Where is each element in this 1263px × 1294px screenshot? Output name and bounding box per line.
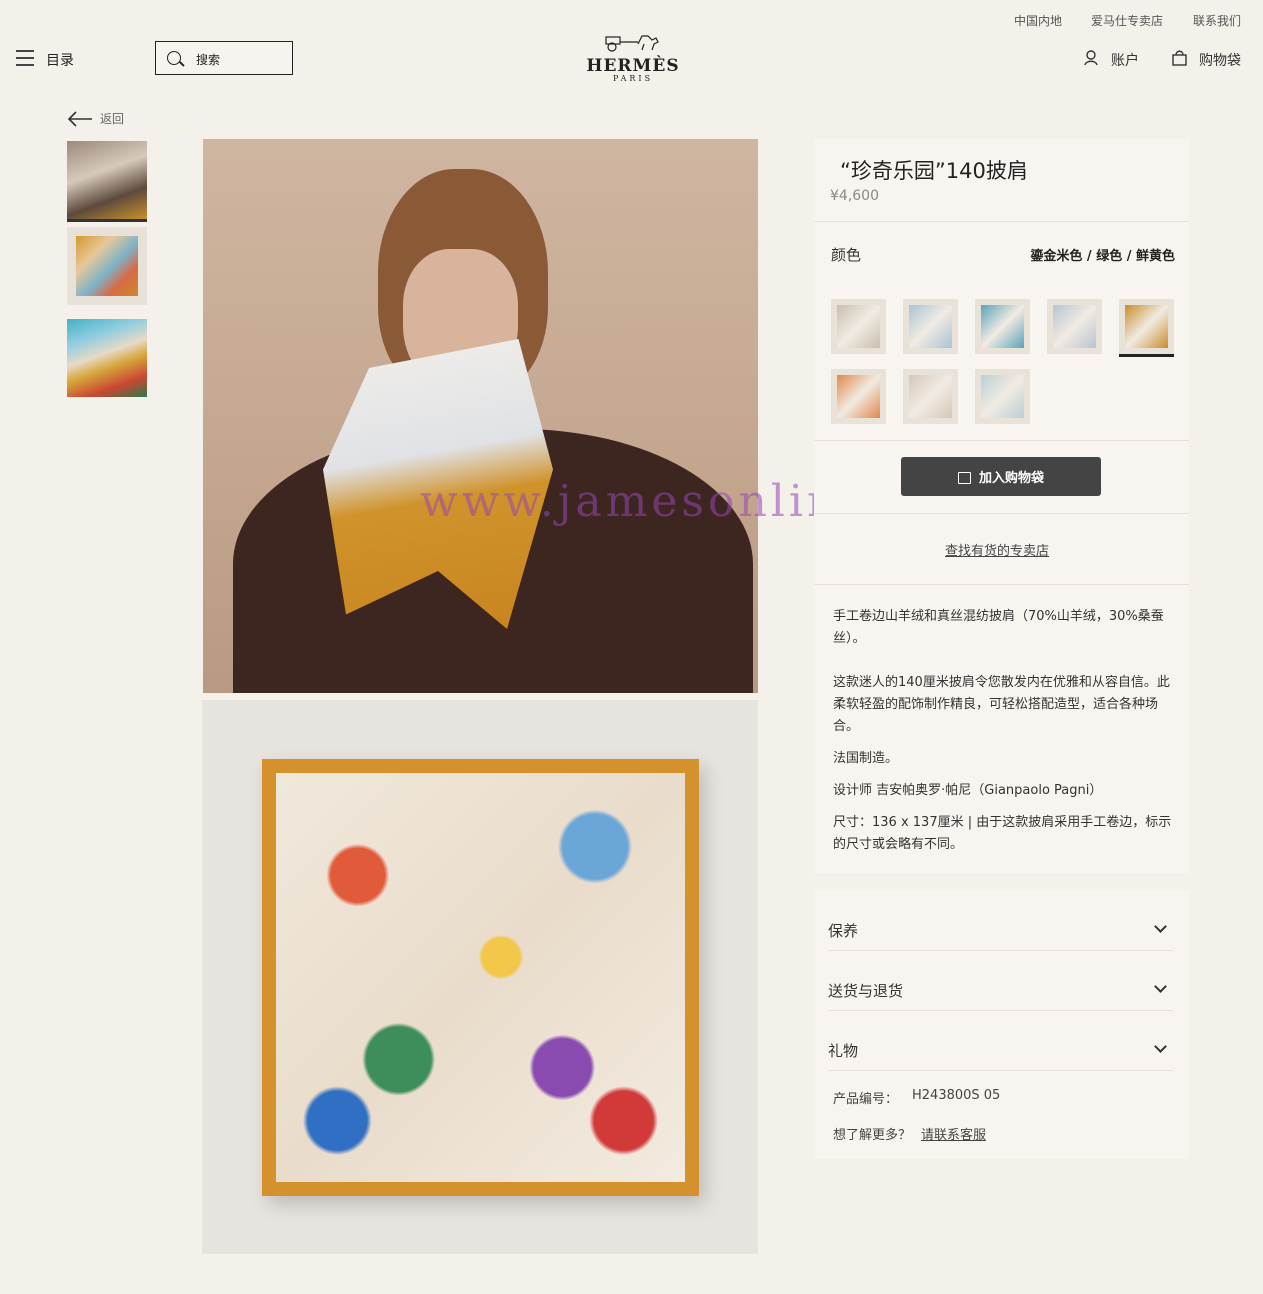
more-info-label: 想了解更多？	[833, 1128, 912, 1143]
thumbnail-scarf[interactable]	[67, 227, 147, 305]
sku-label: 产品编号：	[833, 1092, 899, 1107]
back-link[interactable]: 返回	[100, 110, 124, 127]
thumbnail-model[interactable]	[67, 141, 147, 222]
stores-link[interactable]: 爱马仕专卖店	[1091, 12, 1163, 29]
description-designer: 设计师 吉安帕奥罗·帕尼（Gianpaolo Pagni）	[833, 783, 1103, 798]
chevron-down-icon	[1154, 980, 1167, 993]
color-swatch[interactable]	[831, 369, 886, 424]
search-icon	[167, 51, 181, 65]
accordion-care[interactable]: 保养	[828, 910, 1173, 950]
product-image-scarf	[202, 700, 758, 1254]
add-to-bag-button[interactable]: 加入购物袋	[901, 457, 1101, 496]
product-title: “珍奇乐园”140披肩	[840, 159, 1028, 183]
color-swatch[interactable]	[903, 299, 958, 354]
menu-icon[interactable]	[16, 50, 34, 66]
search-input[interactable]: 搜索	[155, 41, 293, 75]
thumbnail-detail[interactable]	[67, 319, 147, 397]
account-link[interactable]: 账户	[1111, 50, 1139, 70]
contact-service-link[interactable]: 请联系客服	[921, 1124, 986, 1143]
color-swatch[interactable]	[975, 369, 1030, 424]
sku-value: H243800S 05	[912, 1088, 1001, 1103]
add-to-bag-label: 加入购物袋	[978, 471, 1044, 486]
back-arrow-icon[interactable]	[67, 111, 93, 127]
color-value: 鎏金米色 / 绿色 / 鲜黄色	[1030, 249, 1175, 264]
color-swatch[interactable]	[903, 369, 958, 424]
region-link[interactable]: 中国内地	[1014, 12, 1062, 29]
contact-link[interactable]: 联系我们	[1193, 12, 1241, 29]
carriage-icon	[605, 35, 659, 52]
description-material: 手工卷边山羊绒和真丝混纺披肩（70%山羊绒，30%桑蚕丝）。	[833, 609, 1164, 646]
brand-name: HERMÈS	[586, 56, 680, 76]
search-placeholder: 搜索	[196, 53, 221, 67]
menu-button[interactable]: 目录	[46, 50, 74, 70]
product-price: ¥4,600	[830, 188, 879, 204]
user-icon[interactable]	[1084, 50, 1098, 66]
bag-icon	[957, 471, 971, 484]
product-image-model	[203, 139, 758, 693]
chevron-down-icon	[1154, 1040, 1167, 1053]
color-swatch[interactable]	[1047, 299, 1102, 354]
bag-link[interactable]: 购物袋	[1199, 50, 1241, 70]
color-swatch-selected[interactable]	[1119, 299, 1174, 357]
find-store-link[interactable]: 查找有货的专卖店	[945, 540, 1049, 559]
color-swatch[interactable]	[831, 299, 886, 354]
accordion-shipping[interactable]: 送货与退货	[828, 970, 1173, 1010]
bag-icon[interactable]	[1172, 50, 1187, 66]
brand-logo[interactable]: HERMÈS PARIS	[583, 32, 683, 83]
color-swatch[interactable]	[975, 299, 1030, 354]
color-label: 颜色	[831, 246, 862, 264]
description-body: 这款迷人的140厘米披肩令您散发内在优雅和从容自信。此柔软轻盈的配饰制作精良，可…	[833, 675, 1170, 734]
description-size: 尺寸：136 x 137厘米 | 由于这款披肩采用手工卷边，标示的尺寸或会略有不…	[833, 815, 1172, 852]
accordion-gift[interactable]: 礼物	[828, 1030, 1173, 1070]
description-origin: 法国制造。	[833, 751, 899, 766]
chevron-down-icon	[1154, 920, 1167, 933]
